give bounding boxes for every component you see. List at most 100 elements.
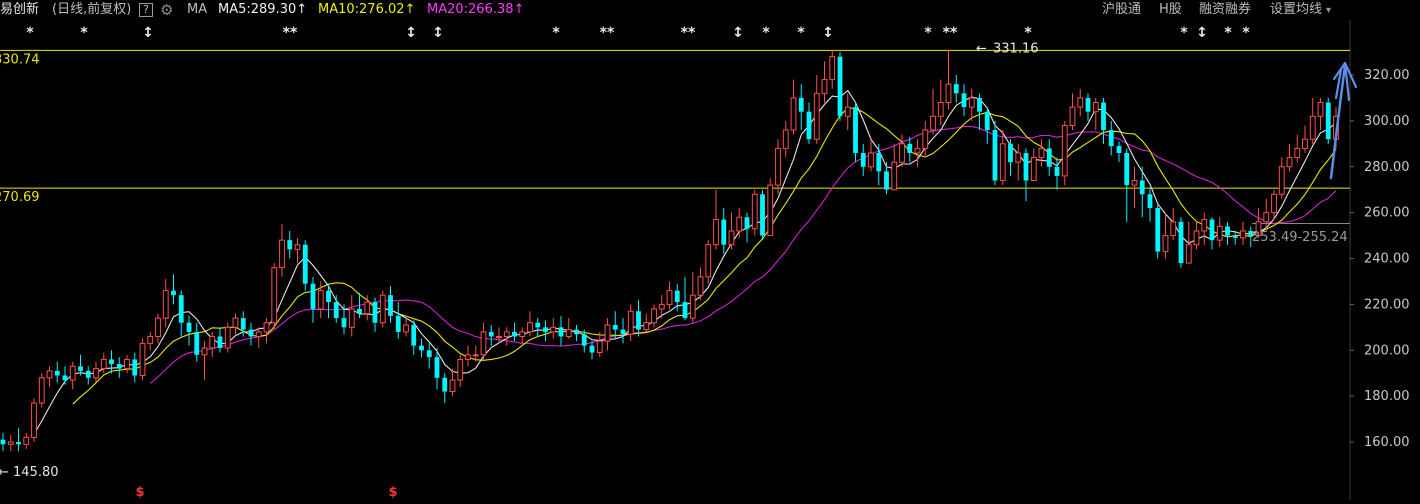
event-marker: ↕ xyxy=(432,25,444,41)
candle-body xyxy=(395,315,401,332)
candle-body xyxy=(1030,157,1037,182)
candle-body xyxy=(1054,166,1060,176)
candle-body xyxy=(697,276,704,296)
candle-body xyxy=(519,331,526,337)
candle-body xyxy=(581,334,587,346)
ma5-line xyxy=(33,89,1337,435)
candle-body xyxy=(674,290,680,303)
candle-body xyxy=(760,194,765,236)
candle-body xyxy=(194,331,200,355)
candle-body xyxy=(984,111,990,131)
event-marker: ↕ xyxy=(732,25,744,41)
candle-body xyxy=(419,345,424,351)
event-marker: * xyxy=(797,25,805,41)
candle-body xyxy=(1069,106,1076,126)
candle-body xyxy=(1170,221,1177,237)
candle-body xyxy=(69,365,76,381)
candle-body xyxy=(388,295,393,316)
candle-body xyxy=(627,310,634,335)
candle-body xyxy=(1131,180,1138,186)
candle-body xyxy=(596,340,603,354)
candle-body xyxy=(550,326,557,333)
candle-body xyxy=(790,97,797,131)
dividend-marker: $ xyxy=(388,485,397,500)
candle-body xyxy=(248,329,254,337)
candle-body xyxy=(279,239,285,269)
chart-canvas[interactable]: 160.00 180.00 200.00 220.00 240.00 260.00 280.… xyxy=(0,0,1420,500)
candle-body xyxy=(171,290,176,296)
candle-body xyxy=(1147,194,1153,209)
candle-body xyxy=(620,329,626,335)
candle-body xyxy=(1178,221,1184,264)
candle-body xyxy=(937,102,944,117)
candle-body xyxy=(853,107,858,153)
candle-body xyxy=(899,143,905,163)
candle-body xyxy=(999,143,1006,182)
candle-body xyxy=(751,193,758,230)
candle-body xyxy=(565,329,572,337)
event-marker: ** xyxy=(681,25,696,41)
candle-body xyxy=(1185,244,1192,264)
low-price-label: 145.80 xyxy=(13,465,59,480)
candle-body xyxy=(666,290,673,305)
candle-body xyxy=(457,358,464,381)
candle-body xyxy=(945,83,952,104)
candle-body xyxy=(434,357,440,378)
candle-body xyxy=(364,301,371,315)
candle-body xyxy=(891,161,898,191)
candle-body xyxy=(46,370,53,379)
candle-body xyxy=(543,327,548,332)
dividend-marker: $ xyxy=(135,485,144,500)
y-tick-label: 260.00 xyxy=(1364,206,1410,221)
candle-body xyxy=(302,244,308,284)
candle-body xyxy=(821,79,828,94)
candle-body xyxy=(379,294,386,324)
candle-body xyxy=(201,347,208,356)
candle-body xyxy=(232,317,239,328)
candle-body xyxy=(574,329,579,335)
candlestick-chart[interactable]: 160.00 180.00 200.00 220.00 240.00 260.00 280.… xyxy=(0,0,1420,500)
candle-body xyxy=(411,325,417,346)
event-marker: ** xyxy=(943,25,958,41)
candle-body xyxy=(472,354,479,357)
event-marker: * xyxy=(552,25,560,41)
candle-body xyxy=(326,290,331,303)
candle-body xyxy=(876,152,882,172)
candle-body xyxy=(829,56,836,81)
candle-body xyxy=(651,308,657,324)
candle-body xyxy=(162,290,169,319)
candle-body xyxy=(7,441,14,445)
candle-body xyxy=(1317,102,1324,117)
candle-body xyxy=(449,379,456,393)
reference-line-label: 330.74 xyxy=(0,52,40,67)
candle-body xyxy=(317,290,324,310)
candle-body xyxy=(884,171,889,190)
candle-body xyxy=(62,375,68,381)
candle-body xyxy=(705,244,712,278)
event-marker: ↕ xyxy=(405,25,417,41)
candle-body xyxy=(558,327,564,337)
candle-body xyxy=(1101,102,1106,131)
candle-body xyxy=(636,311,641,330)
candle-body xyxy=(1263,212,1270,223)
candle-body xyxy=(527,322,533,333)
candle-body xyxy=(38,377,45,404)
candle-body xyxy=(813,92,820,140)
event-marker: * xyxy=(1242,25,1250,41)
candle-body xyxy=(1193,230,1200,246)
candle-body xyxy=(977,97,982,112)
candle-body xyxy=(403,324,409,333)
candle-body xyxy=(186,322,192,332)
candle-body xyxy=(512,331,517,337)
candle-body xyxy=(116,364,122,369)
candle-body xyxy=(682,302,688,319)
candle-body xyxy=(1302,138,1308,149)
candle-body xyxy=(357,308,362,314)
candle-body xyxy=(496,335,502,338)
candle-body xyxy=(488,331,494,337)
candle-body xyxy=(85,370,91,378)
candle-body xyxy=(1008,143,1013,163)
candle-body xyxy=(798,97,804,112)
candle-body xyxy=(240,318,246,330)
candle-body xyxy=(713,219,719,246)
